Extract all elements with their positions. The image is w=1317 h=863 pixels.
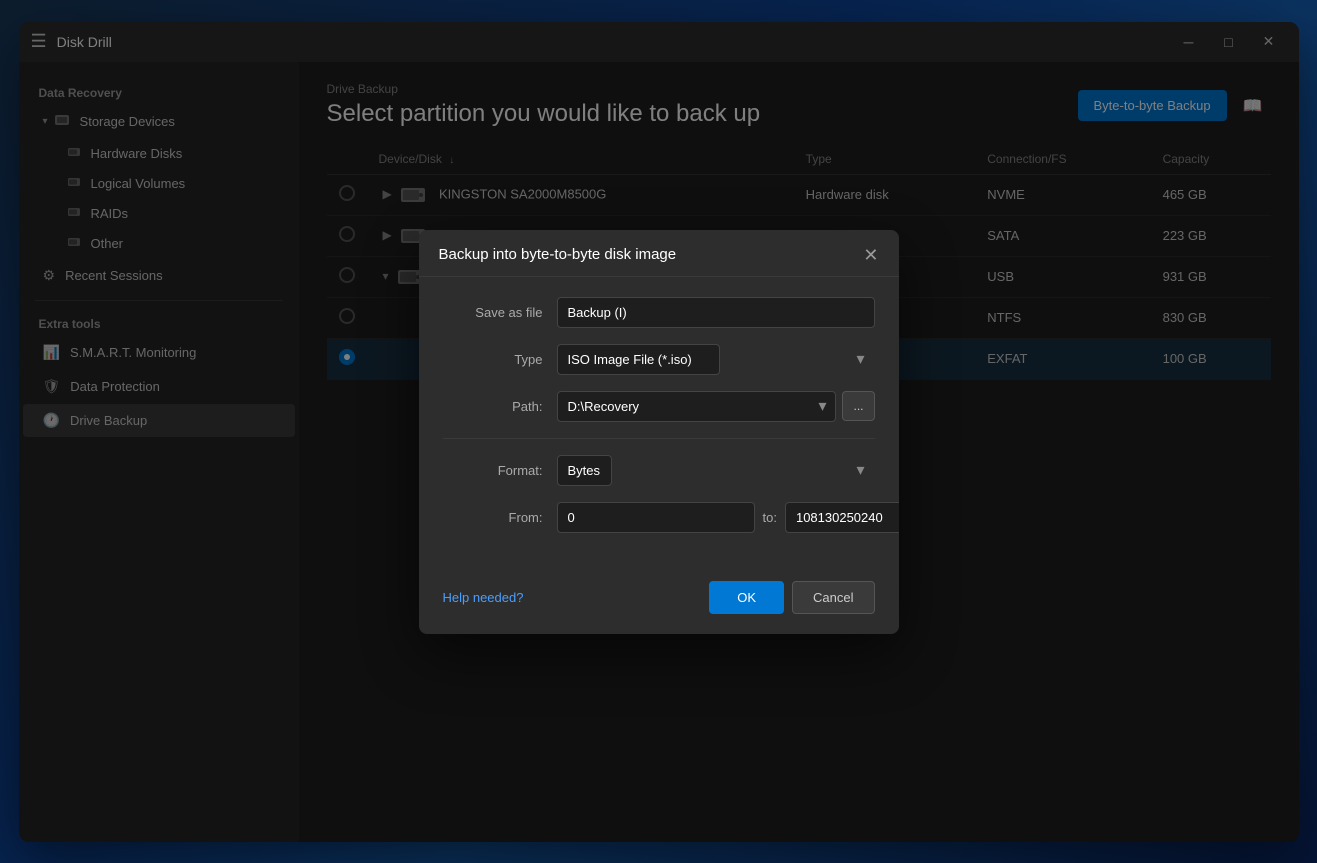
path-select-wrapper: D:\Recovery (557, 391, 837, 422)
format-select-wrapper: Bytes KB MB GB (557, 455, 875, 486)
dialog-title: Backup into byte-to-byte disk image (439, 246, 677, 263)
from-to-row: From: to: (443, 502, 875, 533)
dialog-title-bar: Backup into byte-to-byte disk image ✕ (419, 230, 899, 277)
type-row: Type ISO Image File (*.iso) RAW Image Fi… (443, 344, 875, 375)
backup-dialog: Backup into byte-to-byte disk image ✕ Sa… (419, 230, 899, 634)
dialog-overlay: Backup into byte-to-byte disk image ✕ Sa… (0, 0, 1317, 863)
to-separator-label: to: (763, 510, 777, 525)
dialog-footer-buttons: OK Cancel (709, 581, 874, 614)
cancel-button[interactable]: Cancel (792, 581, 874, 614)
dialog-body: Save as file Type ISO Image File (*.iso)… (419, 277, 899, 569)
dialog-footer: Help needed? OK Cancel (419, 569, 899, 634)
save-as-file-label: Save as file (443, 305, 543, 320)
path-input-row: D:\Recovery ... (557, 391, 875, 422)
format-select[interactable]: Bytes KB MB GB (557, 455, 612, 486)
format-label: Format: (443, 463, 543, 478)
from-input[interactable] (557, 502, 755, 533)
type-select-wrapper: ISO Image File (*.iso) RAW Image File (*… (557, 344, 875, 375)
save-as-file-row: Save as file (443, 297, 875, 328)
dialog-divider (443, 438, 875, 439)
path-row: Path: D:\Recovery ... (443, 391, 875, 422)
path-select[interactable]: D:\Recovery (557, 391, 837, 422)
ok-button[interactable]: OK (709, 581, 784, 614)
browse-button[interactable]: ... (842, 391, 874, 421)
dialog-close-button[interactable]: ✕ (863, 246, 878, 264)
to-input[interactable] (785, 502, 899, 533)
path-label: Path: (443, 399, 543, 414)
format-row: Format: Bytes KB MB GB (443, 455, 875, 486)
type-select[interactable]: ISO Image File (*.iso) RAW Image File (*… (557, 344, 720, 375)
help-link[interactable]: Help needed? (443, 590, 524, 605)
from-label: From: (443, 510, 543, 525)
type-label: Type (443, 352, 543, 367)
save-as-file-input[interactable] (557, 297, 875, 328)
